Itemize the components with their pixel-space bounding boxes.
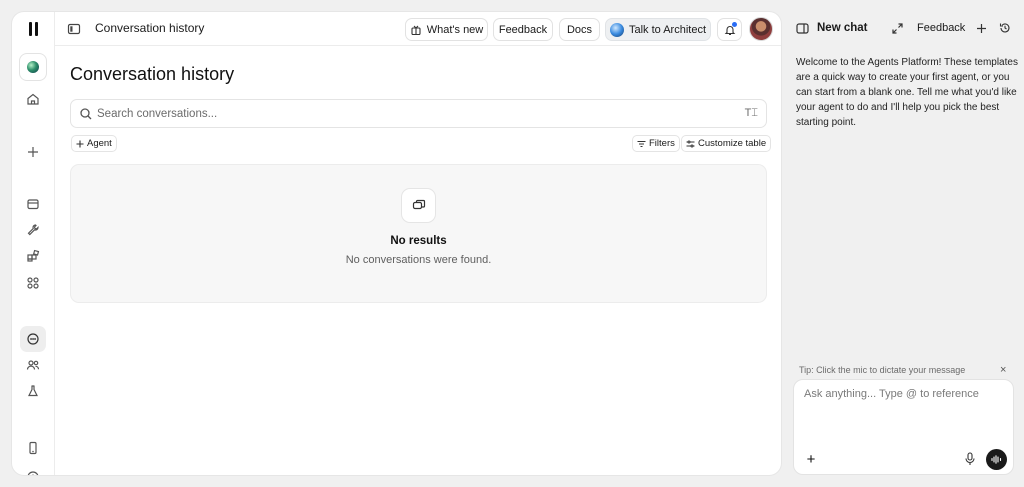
users-icon <box>26 360 40 370</box>
clock-icon <box>27 471 39 475</box>
top-header: Conversation history What's new Feedback… <box>55 12 781 46</box>
blocks-icon <box>27 249 40 262</box>
new-chat-plus-icon[interactable] <box>976 23 987 34</box>
history-nav-button[interactable] <box>20 464 46 475</box>
search-input[interactable] <box>97 100 717 127</box>
panel-layout-icon[interactable] <box>796 22 809 35</box>
talk-to-architect-label: Talk to Architect <box>628 23 707 36</box>
users-nav-button[interactable] <box>20 352 46 378</box>
page-title: Conversation history <box>70 64 235 84</box>
chat-composer: + <box>793 379 1014 475</box>
waveform-icon <box>991 455 1002 464</box>
empty-state-icon-box <box>401 188 436 223</box>
agent-filter-label: Agent <box>87 138 112 149</box>
docs-label: Docs <box>566 23 593 36</box>
chat-bubble-icon <box>27 333 39 345</box>
agent-filter-chip[interactable]: Agent <box>71 135 117 152</box>
create-new-button[interactable] <box>20 139 46 165</box>
mobile-nav-button[interactable] <box>20 435 46 461</box>
notification-dot <box>732 22 737 27</box>
agent-switcher-button[interactable] <box>20 54 46 80</box>
plus-icon <box>76 140 84 147</box>
empty-state-title: No results <box>390 235 447 247</box>
filter-lines-icon <box>637 140 646 147</box>
apps-nav-button[interactable] <box>20 270 46 296</box>
flask-icon <box>28 385 38 397</box>
plus-icon <box>28 147 38 157</box>
tools-nav-button[interactable] <box>20 217 46 243</box>
main-app-window: Conversation history What's new Feedback… <box>12 12 781 475</box>
sidebar-toggle-button[interactable] <box>67 22 81 36</box>
home-nav-button[interactable] <box>20 86 46 112</box>
sidebar-panel-icon <box>67 23 81 35</box>
conversations-nav-button[interactable] <box>20 326 46 352</box>
architect-orb-icon <box>609 22 624 37</box>
integrations-nav-button[interactable] <box>20 243 46 269</box>
filters-label: Filters <box>649 138 675 149</box>
phone-icon <box>29 441 37 455</box>
chat-bubbles-icon <box>412 199 425 209</box>
folder-icon <box>27 199 39 210</box>
files-nav-button[interactable] <box>20 191 46 217</box>
user-avatar[interactable] <box>749 17 773 41</box>
filters-button[interactable]: Filters <box>632 135 680 152</box>
search-bar: T⌶ <box>70 99 767 128</box>
header-title: Conversation history <box>95 21 205 35</box>
history-icon[interactable] <box>999 22 1011 34</box>
welcome-message: Welcome to the Agents Platform! These te… <box>796 57 1018 128</box>
expand-icon[interactable] <box>892 23 903 34</box>
evaluations-nav-button[interactable] <box>20 378 46 404</box>
feedback-button[interactable]: Feedback <box>493 18 553 41</box>
chat-input[interactable] <box>804 388 1004 400</box>
agent-orb-icon <box>27 61 39 73</box>
mic-tip: Tip: Click the mic to dictate your messa… <box>799 365 966 375</box>
customize-table-label: Customize table <box>698 138 767 149</box>
apps-grid-icon <box>27 277 39 289</box>
close-tip-icon[interactable]: × <box>1000 364 1006 376</box>
empty-state-panel: No results No conversations were found. <box>70 164 767 303</box>
empty-state-subtitle: No conversations were found. <box>345 254 492 266</box>
whats-new-button[interactable]: What's new <box>405 18 488 41</box>
assistant-chat-panel: New chat Feedback Welcome to the Agents … <box>786 0 1024 487</box>
text-search-mode-icon[interactable]: T⌶ <box>745 107 758 120</box>
attach-plus-icon[interactable]: + <box>803 452 819 468</box>
customize-table-button[interactable]: Customize table <box>681 135 772 152</box>
mic-icon[interactable] <box>965 452 975 466</box>
feedback-label: Feedback <box>498 23 548 36</box>
search-icon <box>80 108 92 120</box>
home-icon <box>27 93 39 105</box>
platform-logo-icon[interactable] <box>25 22 41 38</box>
docs-button[interactable]: Docs <box>559 18 600 41</box>
chat-title: New chat <box>817 22 868 34</box>
chat-feedback-button[interactable]: Feedback <box>917 22 965 34</box>
talk-to-architect-button[interactable]: Talk to Architect <box>605 18 711 41</box>
gift-icon <box>411 25 421 35</box>
whats-new-label: What's new <box>426 23 484 36</box>
sliders-icon <box>686 140 695 147</box>
voice-mode-button[interactable] <box>986 449 1007 470</box>
wrench-icon <box>27 224 39 236</box>
left-nav-rail <box>12 12 55 475</box>
notifications-button[interactable] <box>717 18 742 41</box>
